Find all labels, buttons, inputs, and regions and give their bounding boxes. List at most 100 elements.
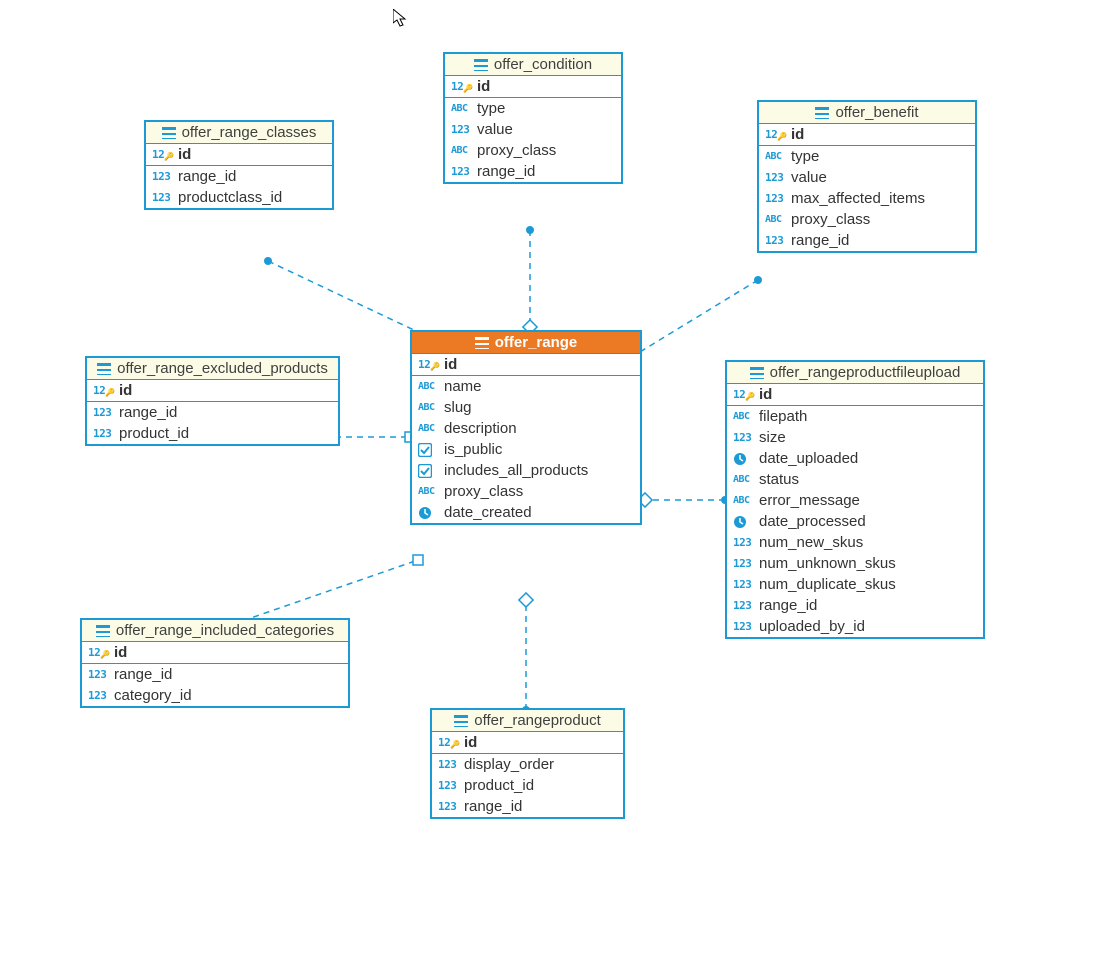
column-name: id [791, 126, 804, 143]
table-icon [162, 127, 176, 139]
column-name: range_id [114, 666, 172, 683]
pk-icon: 12🔑 [88, 646, 110, 659]
column-row[interactable]: ABCdescription [412, 418, 640, 439]
text-icon: ABC [451, 103, 473, 114]
column-name: id [759, 386, 772, 403]
column-row[interactable]: 123range_id [82, 664, 348, 685]
column-row[interactable]: 123 category_id [82, 685, 348, 706]
cols-section: 123range_id 123 category_id [82, 664, 348, 706]
column-row[interactable]: 12🔑id [759, 124, 975, 145]
entity-offer_range_classes[interactable]: offer_range_classes12🔑id123range_id 123 pr… [144, 120, 334, 210]
column-row[interactable]: 123range_id [445, 161, 621, 182]
entity-offer_range_included_categories[interactable]: offer_range_included_categories12🔑id123r… [80, 618, 350, 708]
column-row[interactable]: date_processed [727, 511, 983, 532]
column-row[interactable]: 123 value [759, 167, 975, 188]
erd-canvas[interactable]: offer_range_classes12🔑id123range_id123pr… [0, 0, 1102, 968]
column-row[interactable]: is_public [412, 439, 640, 460]
column-row[interactable]: ABCstatus [727, 469, 983, 490]
column-row[interactable]: 12🔑id [82, 642, 348, 663]
bool-icon [418, 443, 440, 457]
column-row[interactable]: ABCproxy_class [759, 209, 975, 230]
pk-section: 12🔑id [146, 144, 332, 166]
number-icon: 123 [88, 689, 110, 702]
text-icon: ABC [765, 214, 787, 225]
column-row[interactable]: 123num_unknown_skus [727, 553, 983, 574]
pk-section: 12🔑id [87, 380, 338, 402]
column-row[interactable]: 123product_id [432, 775, 623, 796]
number-icon: 123 [152, 191, 174, 204]
entity-title: offer_range [495, 334, 578, 351]
column-row[interactable]: 12🔑id [445, 76, 621, 97]
number-icon: 123 [733, 620, 755, 633]
column-row[interactable]: 123display_order [432, 754, 623, 775]
entity-header[interactable]: offer_rangeproduct [432, 710, 623, 732]
pk-section: 12🔑id [759, 124, 975, 146]
pk-section: 12🔑id [432, 732, 623, 754]
number-icon: 123 [765, 192, 787, 205]
entity-offer_range_excluded_products[interactable]: offer_range_excluded_products12🔑id123ran… [85, 356, 340, 446]
column-row[interactable]: ABCerror_message [727, 490, 983, 511]
column-row[interactable]: ABCtype [759, 146, 975, 167]
column-row[interactable]: 123size [727, 427, 983, 448]
column-row[interactable]: 123uploaded_by_id [727, 616, 983, 637]
column-row[interactable]: date_uploaded [727, 448, 983, 469]
column-row[interactable]: date_created [412, 502, 640, 523]
column-row[interactable]: 12🔑id [146, 144, 332, 165]
column-row[interactable]: 123range_id [432, 796, 623, 817]
column-name: id [119, 382, 132, 399]
column-row[interactable]: ABC proxy_class [412, 481, 640, 502]
column-row[interactable]: 12🔑id [87, 380, 338, 401]
text-icon: ABC [733, 495, 755, 506]
column-row[interactable]: ABCslug [412, 397, 640, 418]
text-icon: ABC [418, 486, 440, 497]
column-row[interactable]: ABCproxy_class [445, 140, 621, 161]
column-name: filepath [759, 408, 807, 425]
pk-section: 12🔑id [445, 76, 621, 98]
column-row[interactable]: 123num_duplicate_skus [727, 574, 983, 595]
column-row[interactable]: 123range_id [727, 595, 983, 616]
text-icon: ABC [451, 145, 473, 156]
column-row[interactable]: 12🔑id [412, 354, 640, 375]
entity-offer_benefit[interactable]: offer_benefit12🔑idABCtype 123 value 123max_… [757, 100, 977, 253]
entity-header[interactable]: offer_rangeproductfileupload [727, 362, 983, 384]
column-name: is_public [444, 441, 502, 458]
table-icon [96, 625, 110, 637]
column-row[interactable]: ABCname [412, 376, 640, 397]
entity-offer_range[interactable]: offer_range 12🔑idABCnameABCslugABCdescrip… [410, 330, 642, 525]
entity-header[interactable]: offer_range [412, 332, 640, 354]
entity-header[interactable]: offer_range_included_categories [82, 620, 348, 642]
column-name: range_id [791, 232, 849, 249]
column-row[interactable]: ABC type [445, 98, 621, 119]
entity-offer_rangeproductfileupload[interactable]: offer_rangeproductfileupload12🔑idABCfile… [725, 360, 985, 639]
entity-header[interactable]: offer_range_excluded_products [87, 358, 338, 380]
column-row[interactable]: 12🔑id [432, 732, 623, 753]
entity-offer_rangeproduct[interactable]: offer_rangeproduct12🔑id123display_order1… [430, 708, 625, 819]
column-name: value [791, 169, 827, 186]
column-row[interactable]: 123 productclass_id [146, 187, 332, 208]
entity-header[interactable]: offer_range_classes [146, 122, 332, 144]
column-row[interactable]: ABCfilepath [727, 406, 983, 427]
column-row[interactable]: 12🔑id [727, 384, 983, 405]
entity-header[interactable]: offer_condition [445, 54, 621, 76]
pk-icon: 12🔑 [152, 148, 174, 161]
column-row[interactable]: 123value [445, 119, 621, 140]
date-icon [733, 452, 755, 466]
column-name: num_new_skus [759, 534, 863, 551]
column-name: display_order [464, 756, 554, 773]
column-name: range_id [119, 404, 177, 421]
column-row[interactable]: 123range_id [759, 230, 975, 251]
column-name: type [477, 100, 505, 117]
number-icon: 123 [765, 171, 787, 184]
column-name: range_id [178, 168, 236, 185]
column-name: category_id [114, 687, 192, 704]
entity-header[interactable]: offer_benefit [759, 102, 975, 124]
column-row[interactable]: 123product_id [87, 423, 338, 444]
column-row[interactable]: 123range_id [87, 402, 338, 423]
column-row[interactable]: includes_all_products [412, 460, 640, 481]
entity-offer_condition[interactable]: offer_condition12🔑id ABC type 123valueABCpr… [443, 52, 623, 184]
column-row[interactable]: 123num_new_skus [727, 532, 983, 553]
column-row[interactable]: 123max_affected_items [759, 188, 975, 209]
column-name: proxy_class [444, 483, 523, 500]
column-row[interactable]: 123range_id [146, 166, 332, 187]
column-name: productclass_id [178, 189, 282, 206]
